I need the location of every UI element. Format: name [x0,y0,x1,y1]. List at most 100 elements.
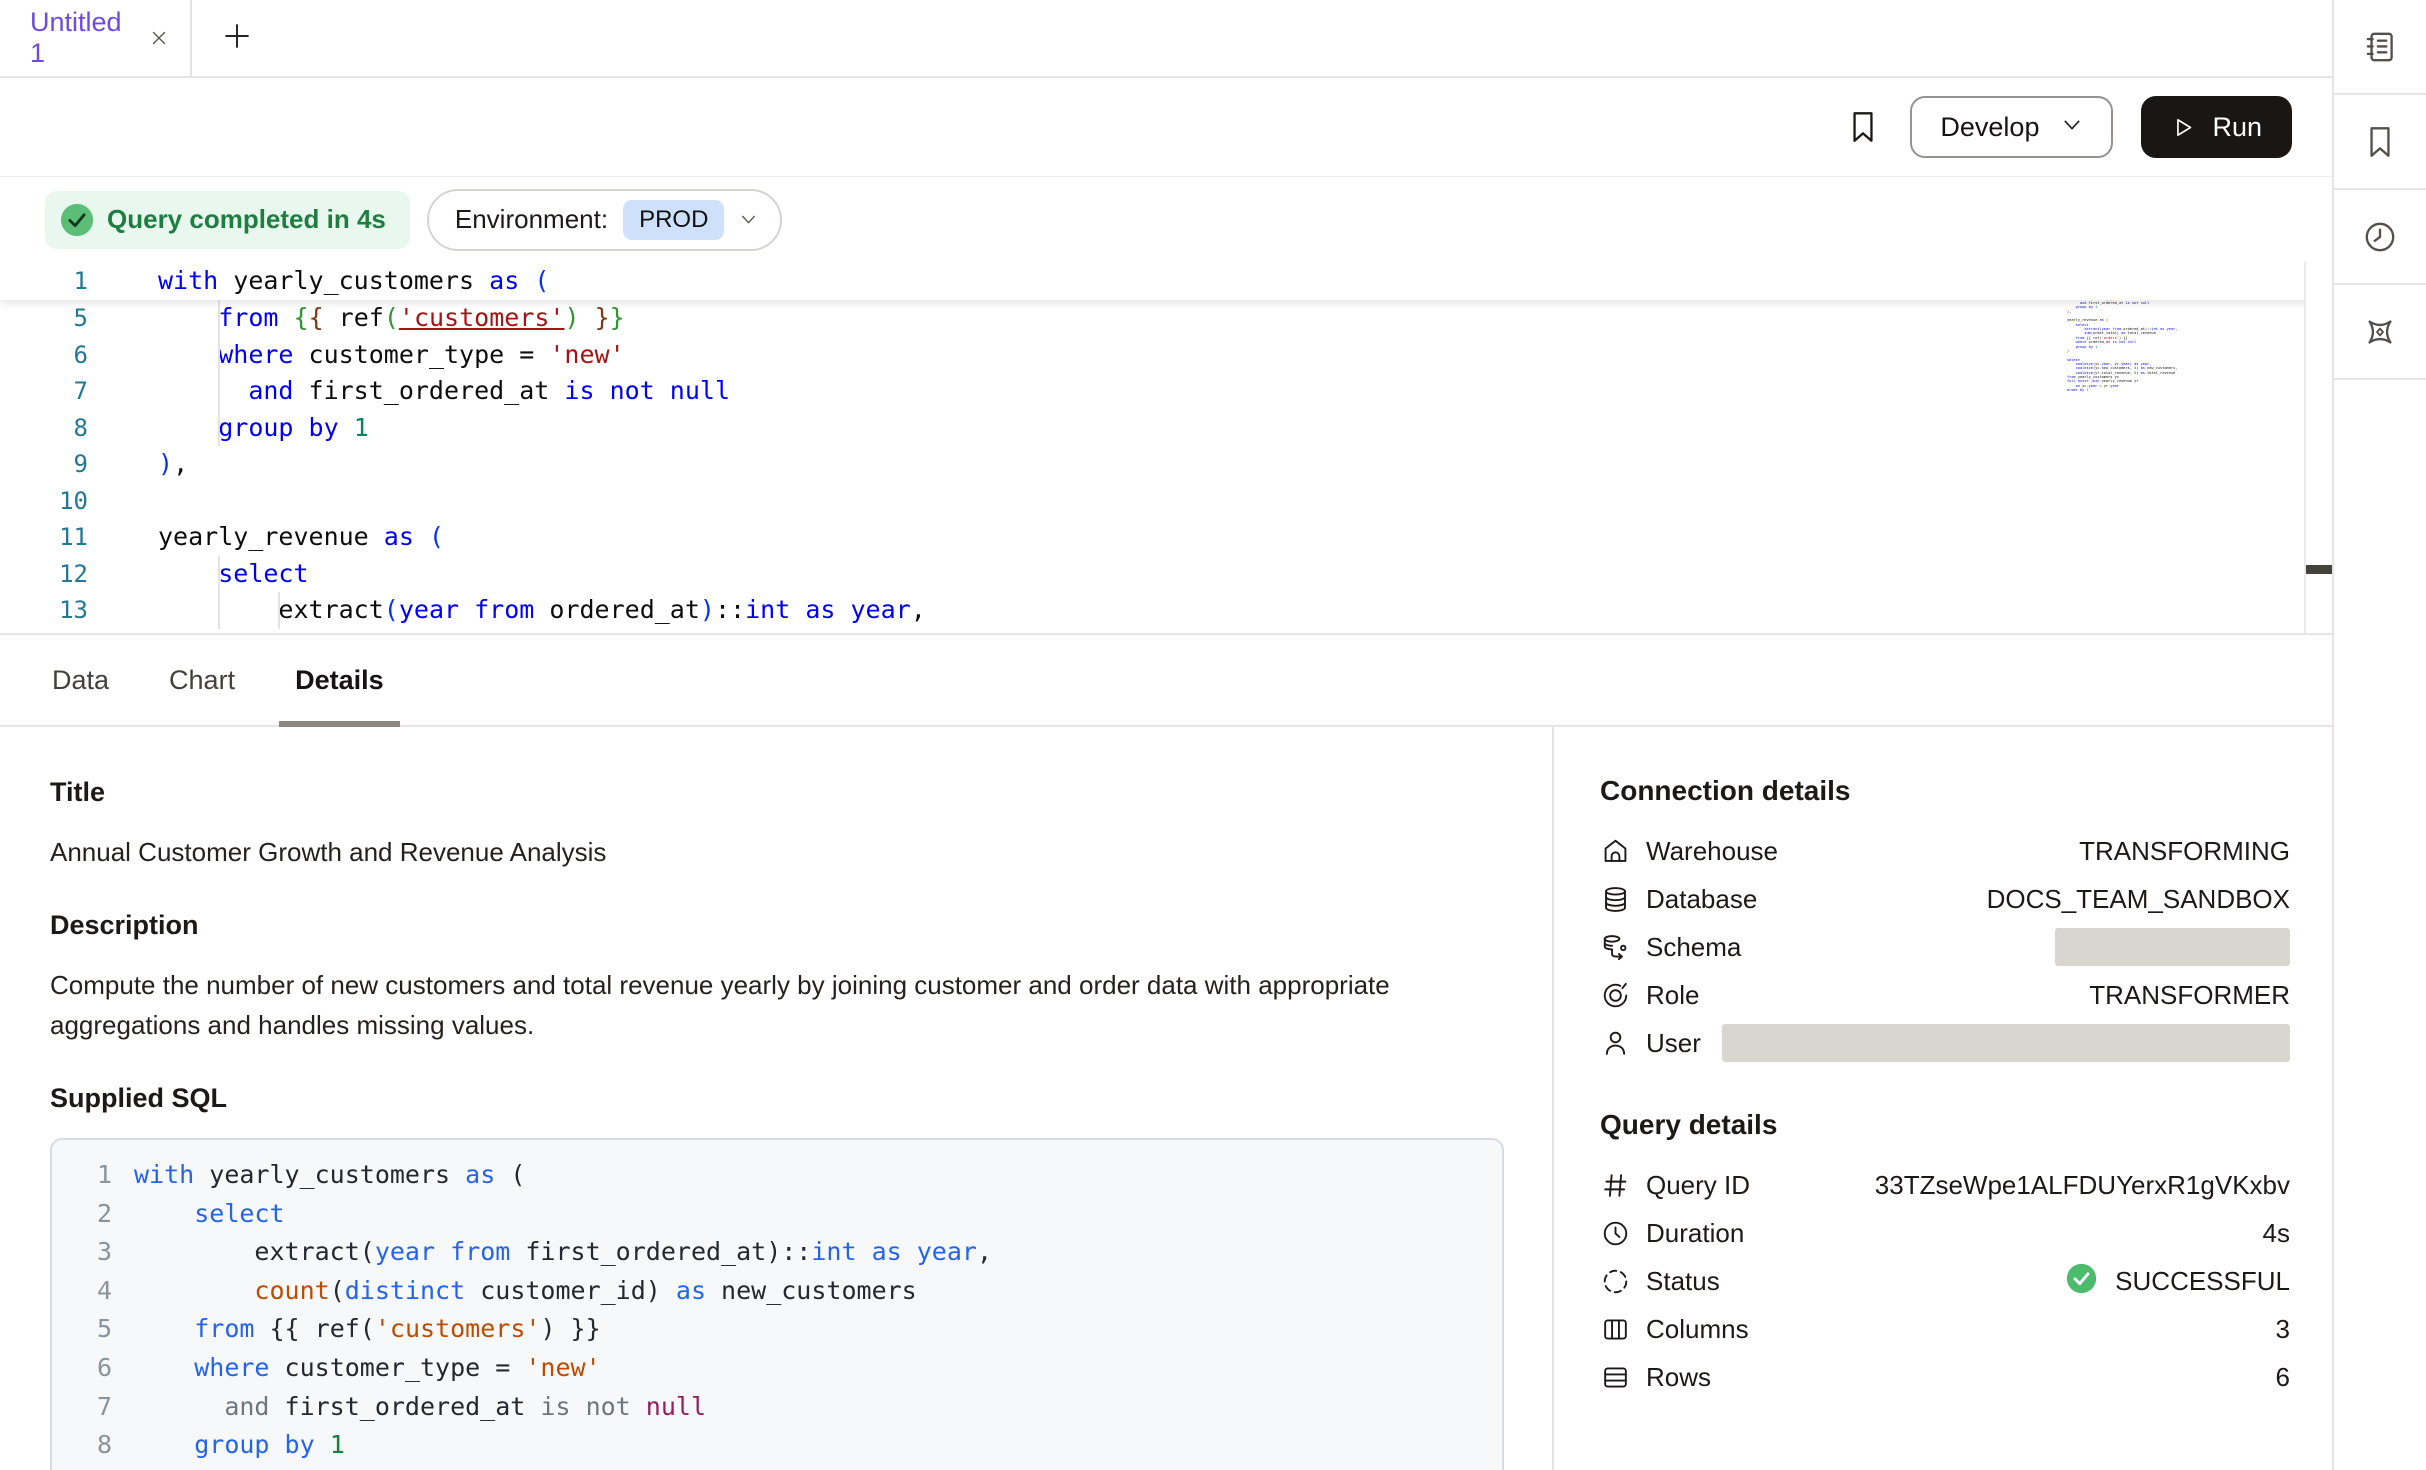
detail-value: 33TZseWpe1ALFDUYerxR1gVKxbv [1875,1170,2290,1201]
code-token: 1 [330,1430,345,1459]
detail-label: Warehouse [1646,836,1778,867]
code-token [655,376,670,405]
sidebar-button-history[interactable] [2334,190,2426,285]
detail-value: TRANSFORMER [2089,980,2290,1011]
code-token [595,376,610,405]
environment-selector[interactable]: Environment: PROD [427,189,783,251]
new-tab-button[interactable] [222,21,252,56]
code-token: ref [324,303,384,332]
sql-code-line: 8 group by 1 [52,1426,1502,1465]
right-icon-sidebar [2332,0,2426,1470]
environment-label: Environment: [455,204,608,235]
detail-label: Role [1646,980,1699,1011]
code-token: as [805,595,835,624]
code-token [134,1276,254,1305]
code-token: { [309,303,324,332]
clock-icon [1600,1218,1631,1249]
code-token: ( [384,595,399,624]
line-number: 1 [0,262,88,300]
code-token [134,1353,194,1382]
close-tab-icon[interactable] [148,27,170,49]
code-token: 'customers' [399,303,565,332]
results-tab-chart[interactable]: Chart [161,635,243,725]
line-number: 1 [52,1156,112,1195]
code-token: ) }} [540,1314,600,1343]
line-content: from {{ ref('customers') }} [112,1310,601,1349]
code-token: as [676,1276,706,1305]
code-token: , [173,449,188,478]
redacted-value [2055,928,2290,966]
line-content: and first_ordered_at is not null [112,1388,706,1427]
code-token: 'customers' [375,1314,541,1343]
play-icon [2171,115,2196,140]
line-content [88,483,158,520]
tab-untitled-1[interactable]: Untitled 1 [0,0,192,76]
hash-icon [1600,1170,1631,1201]
code-token [315,1430,330,1459]
code-token: {{ ref( [254,1314,374,1343]
code-token: yearly_revenue [158,522,384,551]
status-value: SUCCESSFUL [2066,1263,2290,1300]
code-token: ordered_at [534,595,700,624]
sidebar-button-explore[interactable] [2334,285,2426,380]
plus-icon [222,21,252,56]
code-token: 1 [354,413,369,442]
code-token [414,522,429,551]
code-token: , [911,595,926,624]
code-token [158,559,218,588]
sql-code-line: 2 select [52,1195,1502,1234]
line-content: group by 1 [88,410,369,447]
indent-guide [218,373,220,410]
code-token [459,595,474,624]
run-button[interactable]: Run [2141,96,2292,158]
code-token: not [586,1392,631,1421]
code-token: ) [158,449,173,478]
bookmark-button[interactable] [1844,108,1882,146]
sidebar-button-bookmark[interactable] [2334,95,2426,190]
develop-dropdown[interactable]: Develop [1910,96,2113,158]
results-tab-details[interactable]: Details [287,635,392,725]
query-details-heading: Query details [1600,1109,2290,1141]
line-number: 3 [52,1233,112,1272]
code-token: customer_type = [269,1353,525,1382]
explore-icon [2361,313,2399,351]
code-token [790,595,805,624]
detail-value: 6 [2276,1362,2290,1393]
details-right-pane: Connection details WarehouseTRANSFORMING… [1554,727,2332,1470]
query-status-banner: Query completed in 4s [45,191,410,249]
detail-row-duration: Duration4s [1600,1209,2290,1257]
code-token [158,376,248,405]
sql-code-line: 4 count(distinct customer_id) as new_cus… [52,1272,1502,1311]
editor-scrollbar [2304,262,2332,633]
code-token: } [595,303,610,332]
indent-guide [218,410,220,447]
sql-editor[interactable]: 1with yearly_customers as (5 from {{ ref… [0,262,2332,635]
code-token: extract( [134,1237,375,1266]
code-token: ) [564,303,579,332]
code-token: year [375,1237,435,1266]
code-token: customer_type = [293,340,549,369]
detail-value: DOCS_TEAM_SANDBOX [1987,884,2290,915]
bookmark-icon [2361,123,2399,161]
code-token: with [134,1160,194,1189]
chevron-down-icon [739,210,758,229]
warehouse-icon [1600,836,1631,867]
code-token: select [218,559,308,588]
line-number: 6 [0,337,88,374]
detail-row-user: User [1600,1019,2290,1067]
code-token: ( [534,266,549,295]
detail-value: 3 [2276,1314,2290,1345]
line-number: 11 [0,519,88,556]
results-tab-data[interactable]: Data [44,635,117,725]
code-token: first_ordered_at [293,376,564,405]
query-details-list: Query ID33TZseWpe1ALFDUYerxR1gVKxbvDurat… [1600,1161,2290,1401]
sidebar-button-notebook[interactable] [2334,0,2426,95]
editor-scrollbar-thumb[interactable] [2306,565,2332,574]
editor-line: 10 [0,483,2332,520]
code-token: year [399,595,459,624]
sql-code-line: 5 from {{ ref('customers') }} [52,1310,1502,1349]
code-token: and [224,1392,269,1421]
line-content: count(distinct customer_id) as new_custo… [112,1272,917,1311]
line-content: yearly_revenue as ( [88,519,444,556]
detail-label: Columns [1646,1314,1749,1345]
